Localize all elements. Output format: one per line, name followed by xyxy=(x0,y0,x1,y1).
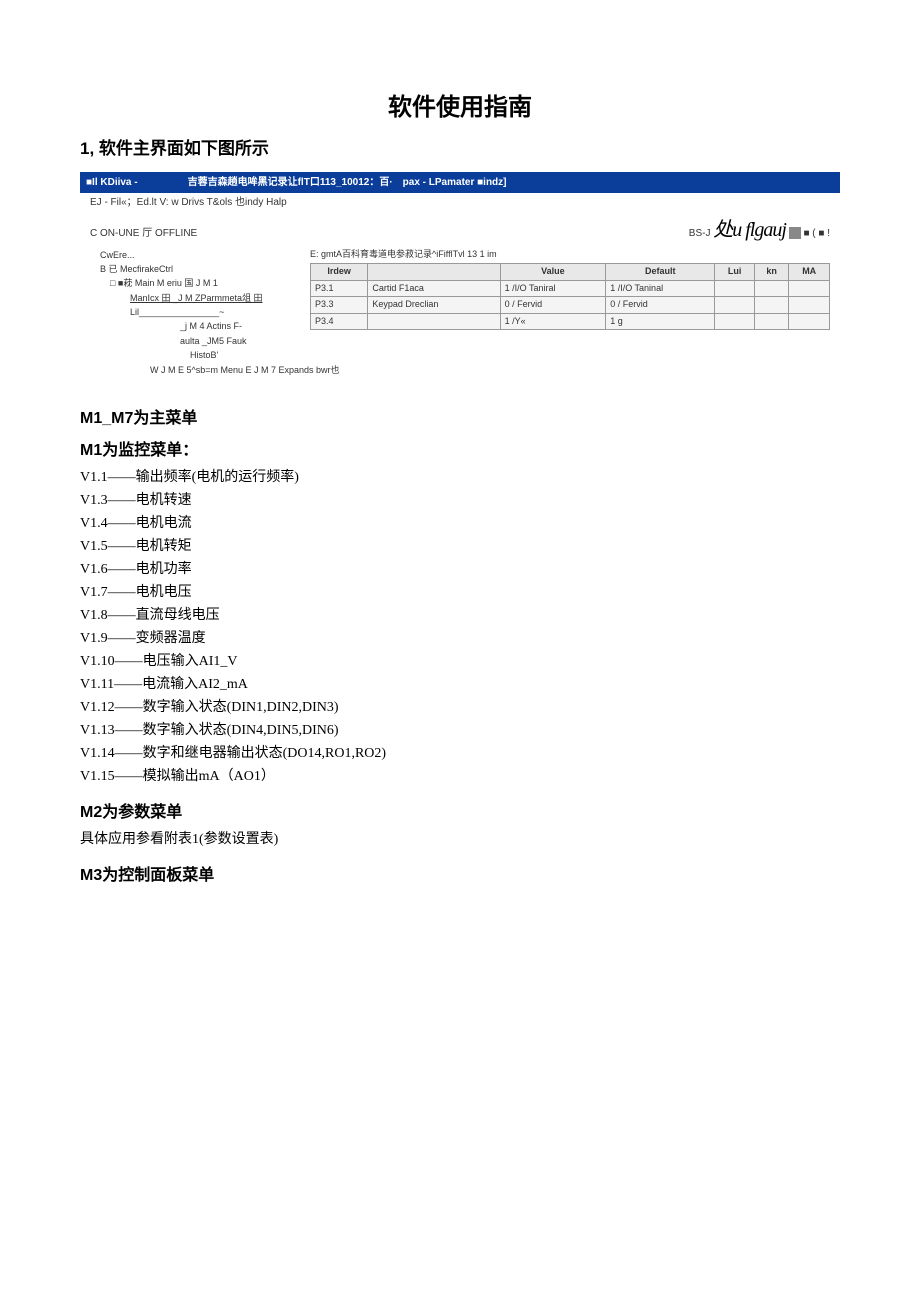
table-header-row: Irdew Value Default Lui kn MA xyxy=(311,264,830,281)
cell xyxy=(789,313,830,330)
parameter-table: Irdew Value Default Lui kn MA P3.1 Carti… xyxy=(310,263,830,330)
m3-heading: M3为控制面板菜单 xyxy=(80,864,840,888)
cell xyxy=(715,297,755,314)
list-item: V1.3——电机转速 xyxy=(80,490,840,511)
cell: 0 / Fervid xyxy=(606,297,715,314)
tree-node: □ ■萙 Main M eriu 国 J M 1 xyxy=(100,276,300,290)
window-titlebar: ■Il KDiiva - 吉蓉吉森趟电哞黑记录让flT口113_10012：百·… xyxy=(80,172,840,193)
table-caption: E: gmtA百科育毒道电参菽记录^iFifflTvl 13 1 im xyxy=(310,248,830,262)
list-item: V1.7——电机电压 xyxy=(80,582,840,603)
section-1-heading: 1, 软件主界面如下图所示 xyxy=(80,136,840,162)
list-item: V1.4——电机电流 xyxy=(80,513,840,534)
page-title: 软件使用指南 xyxy=(80,90,840,126)
cell: Keypad Dreclian xyxy=(368,297,500,314)
cell xyxy=(754,280,788,297)
brand-logo: 处u flgauj xyxy=(713,219,786,241)
cell: P3.1 xyxy=(311,280,368,297)
cell xyxy=(715,313,755,330)
col-header: kn xyxy=(754,264,788,281)
tree-node: Lil________________~ xyxy=(100,305,300,319)
table-row: P3.3 Keypad Dreclian 0 / Fervid 0 / Ferv… xyxy=(311,297,830,314)
m1-list: V1.1——输出频率(电机的运行频率) V1.3——电机转速 V1.4——电机电… xyxy=(80,467,840,787)
cell xyxy=(754,297,788,314)
list-item: V1.12——数字输入状态(DIN1,DIN2,DIN3) xyxy=(80,697,840,718)
table-row: P3.4 1 /Y« 1 g xyxy=(311,313,830,330)
online-offline-toggle: C ON-UNE 厅 OFFLINE xyxy=(90,226,197,241)
col-header: Irdew xyxy=(311,264,368,281)
col-header: MA xyxy=(789,264,830,281)
list-item: V1.9——变频器温度 xyxy=(80,628,840,649)
tree-node: HistoB' xyxy=(100,348,300,362)
tree-footer: W J M E 5^sb=m Menu E J M 7 Expands bwr也 xyxy=(100,363,300,377)
tree-node: aulta _JM5 Fauk xyxy=(100,334,300,348)
cell: 0 / Fervid xyxy=(500,297,606,314)
m2-heading: M2为参数菜单 xyxy=(80,801,840,825)
list-item: V1.5——电机转矩 xyxy=(80,536,840,557)
table-row: P3.1 Cartid F1aca 1 /I/O Taniral 1 /I/O … xyxy=(311,280,830,297)
cell: Cartid F1aca xyxy=(368,280,500,297)
list-item: V1.14——数字和继电器输出状态(DO14,RO1,RO2) xyxy=(80,743,840,764)
toolbar-suffix: ■ ( ■ ! xyxy=(803,228,830,239)
m2-body: 具体应用参看附表1(参数设置表) xyxy=(80,829,840,850)
list-item: V1.13——数字输入状态(DIN4,DIN5,DIN6) xyxy=(80,720,840,741)
tree-node: B 已 MecfirakeCtrl xyxy=(100,262,300,276)
tree-node: ManIcx 田 _J M ZParmmeta俎 田 xyxy=(100,291,300,305)
list-item: V1.6——电机功率 xyxy=(80,559,840,580)
window-menubar: EJ - Fil«；Ed.lt V: w Drivs T&ols 也indy H… xyxy=(80,193,840,212)
cell: 1 /Y« xyxy=(500,313,606,330)
list-item: V1.10——电压输入AI1_V xyxy=(80,651,840,672)
list-item: V1.8——直流母线电压 xyxy=(80,605,840,626)
col-header: Default xyxy=(606,264,715,281)
cell xyxy=(789,297,830,314)
cell xyxy=(789,280,830,297)
cell: P3.4 xyxy=(311,313,368,330)
list-item: V1.1——输出频率(电机的运行频率) xyxy=(80,467,840,488)
nav-tree: CwEre... B 已 MecfirakeCtrl □ ■萙 Main M e… xyxy=(90,248,300,378)
col-header: Value xyxy=(500,264,606,281)
window-toolbar: C ON-UNE 厅 OFFLINE BS-J 处u flgauj ■ ( ■ … xyxy=(80,212,840,248)
cell xyxy=(715,280,755,297)
square-icon xyxy=(789,227,801,239)
m1-heading: M1为监控菜单： xyxy=(80,439,840,463)
col-header xyxy=(368,264,500,281)
cell: 1 /I/O Taniral xyxy=(500,280,606,297)
m1-m7-heading: M1_M7为主菜单 xyxy=(80,407,840,431)
col-header: Lui xyxy=(715,264,755,281)
cell: P3.3 xyxy=(311,297,368,314)
cell: 1 g xyxy=(606,313,715,330)
cell xyxy=(368,313,500,330)
list-item: V1.11——电流输入AI2_mA xyxy=(80,674,840,695)
software-screenshot: ■Il KDiiva - 吉蓉吉森趟电哞黑记录让flT口113_10012：百·… xyxy=(80,172,840,378)
cell: 1 /I/O Taninal xyxy=(606,280,715,297)
cell xyxy=(754,313,788,330)
tree-node: CwEre... xyxy=(100,248,300,262)
list-item: V1.15——模拟输出mA（AO1） xyxy=(80,766,840,787)
tree-node: _j M 4 Actins F- xyxy=(100,319,300,333)
toolbar-prefix: BS-J xyxy=(689,228,711,239)
